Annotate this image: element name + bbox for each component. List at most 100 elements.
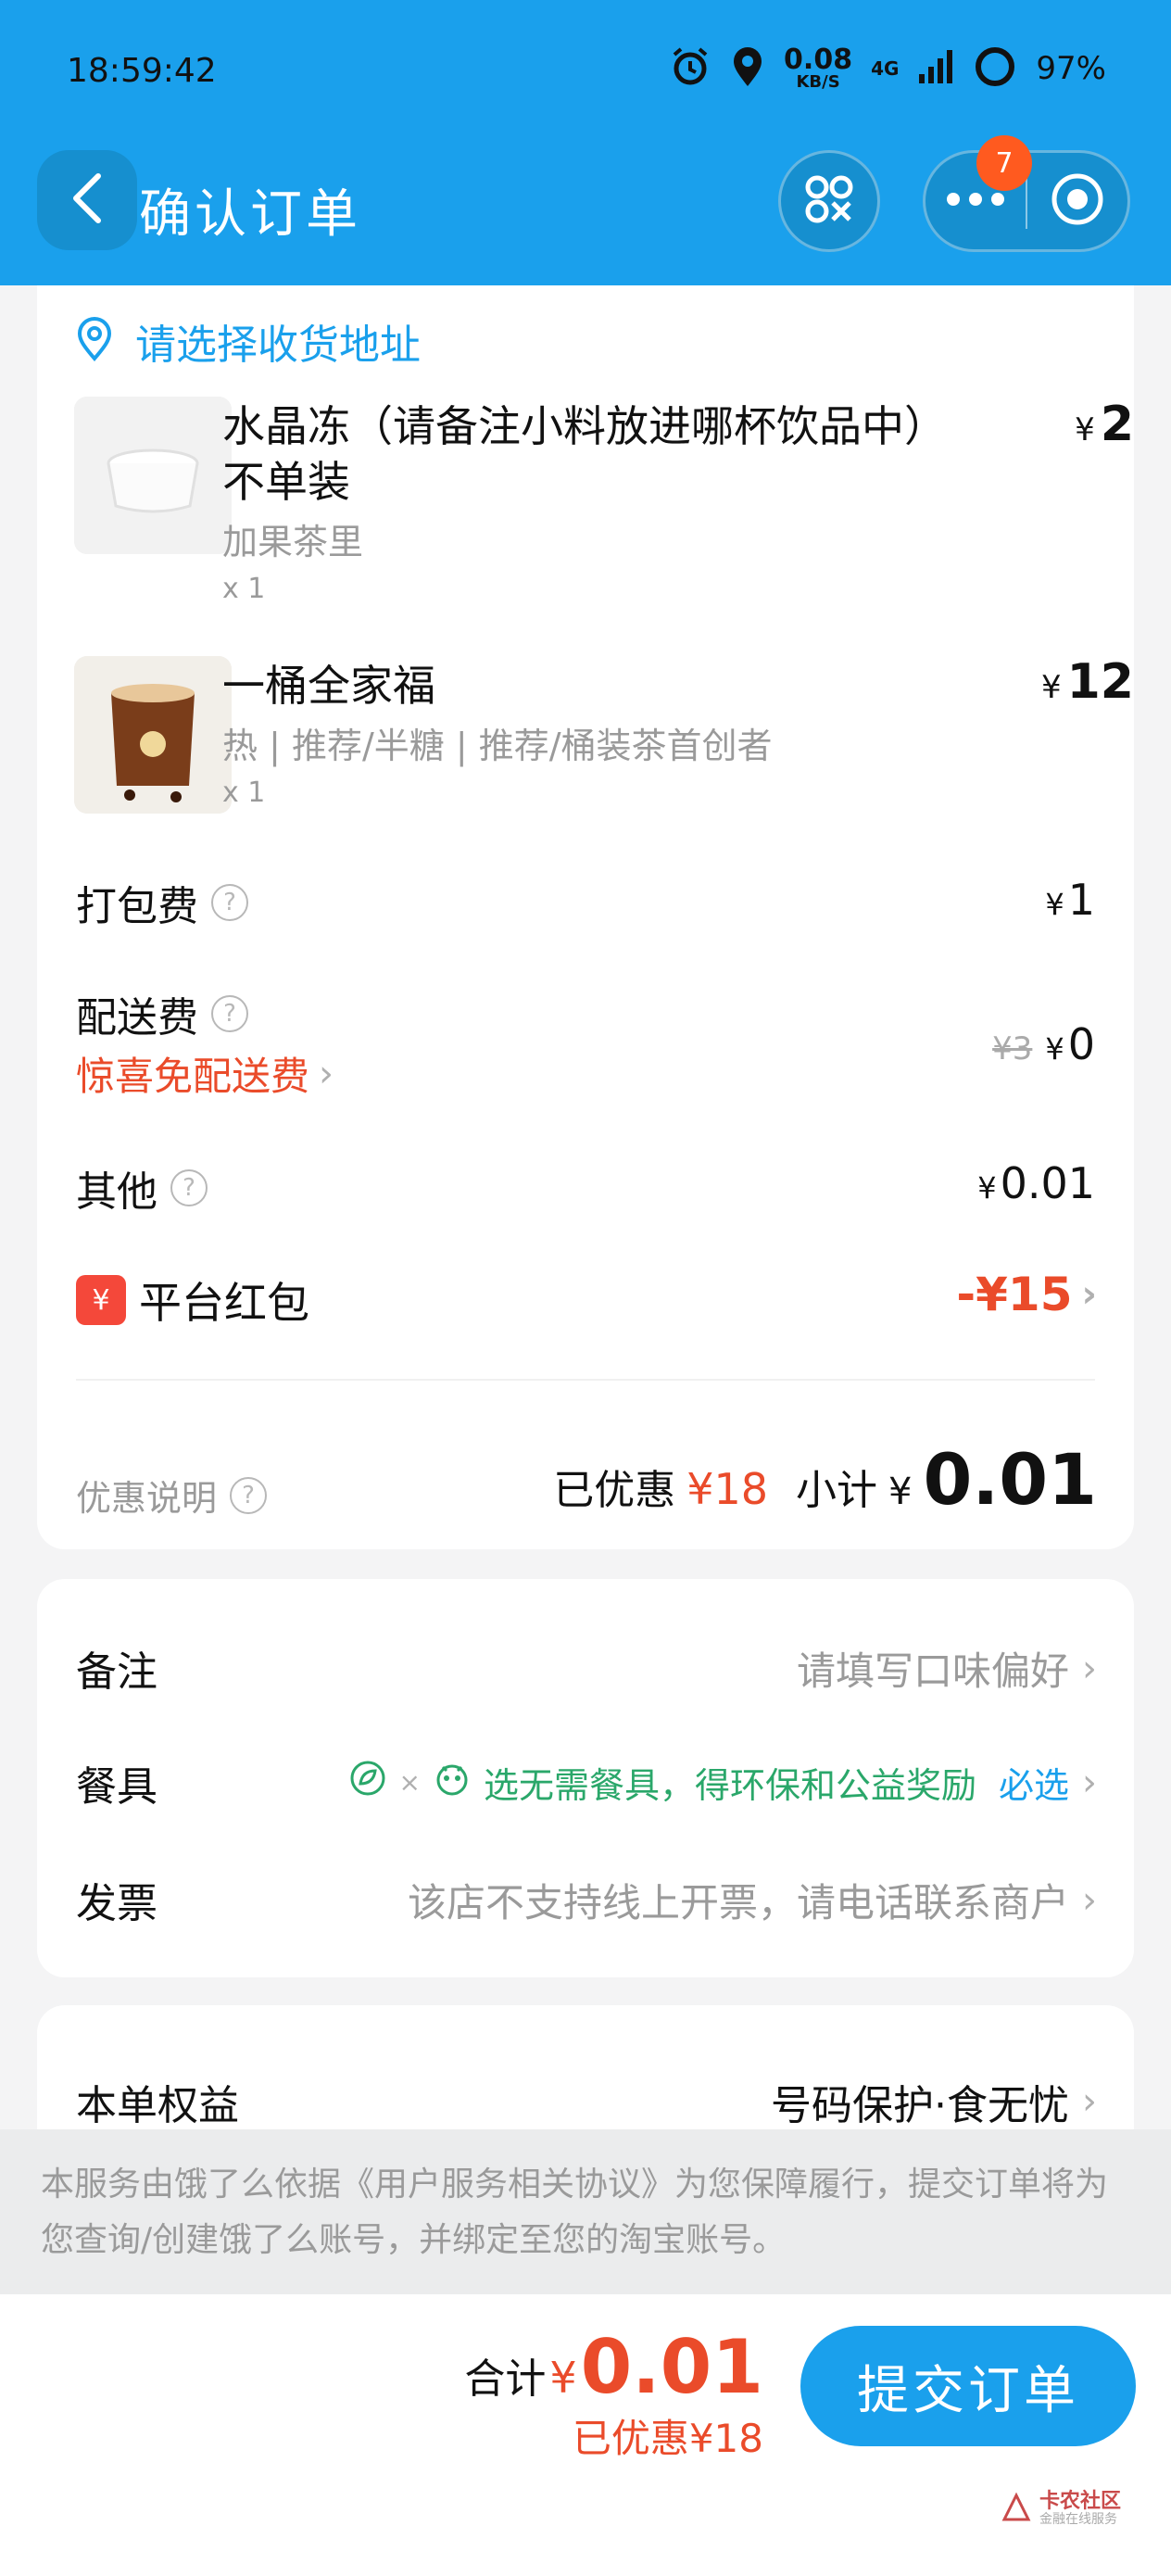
order-card <box>37 397 1134 1549</box>
red-packet-row[interactable]: ¥ 平台红包 <box>76 1269 309 1331</box>
help-icon[interactable]: ? <box>211 995 248 1032</box>
battery-level: 97% <box>1036 50 1106 87</box>
other-fee-text: 其他 <box>76 1168 157 1216</box>
tableware-text: 选无需餐具，得环保和公益奖励 <box>483 1765 976 1806</box>
help-icon[interactable]: ? <box>211 884 248 921</box>
invoice-info[interactable]: 该店不支持线上开票，请电话联系商户 › <box>408 1872 1097 1928</box>
packing-fee-text: 打包费 <box>76 883 198 930</box>
watermark-sub: 金融在线服务 <box>1039 2512 1117 2528</box>
other-fee-label: 其他 ? <box>76 1158 208 1218</box>
chevron-right-icon: › <box>1082 1761 1097 1804</box>
discount-explanation[interactable]: 优惠说明 ? <box>76 1470 268 1521</box>
item-price-value: 2 <box>1100 397 1134 452</box>
scan-button[interactable] <box>778 150 880 252</box>
battery-icon <box>973 44 1017 93</box>
other-fee-value: ¥0.01 <box>977 1158 1095 1208</box>
item-price: ¥12 <box>1041 654 1134 710</box>
submit-order-button[interactable]: 提交订单 <box>800 2326 1136 2446</box>
total-label: 合计 <box>464 2355 547 2403</box>
more-button[interactable] <box>925 192 1026 210</box>
item-price-symbol: ¥ <box>1040 669 1062 706</box>
red-packet-label: 平台红包 <box>139 1278 309 1328</box>
watermark-brand: 卡农社区 <box>1039 2490 1122 2513</box>
benefits-info[interactable]: 号码保护·食无忧 › <box>771 2072 1097 2131</box>
chevron-right-icon: › <box>319 1052 334 1095</box>
item-name: 水晶冻（请备注小料放进哪杯饮品中）不单装 <box>222 401 947 507</box>
other-fee-amount: 0.01 <box>1000 1158 1095 1208</box>
yen-symbol: ¥ <box>1045 887 1064 922</box>
discount-label: 已优惠 <box>553 1467 676 1514</box>
chevron-right-icon: › <box>1081 1273 1097 1316</box>
scan-icon <box>803 173 855 229</box>
discount-explanation-text: 优惠说明 <box>76 1478 218 1519</box>
chevron-right-icon: › <box>1082 2080 1097 2123</box>
watermark-icon <box>1001 2492 1032 2527</box>
item-qty: x 1 <box>222 573 266 605</box>
red-packet-value[interactable]: -¥15 › <box>956 1268 1097 1321</box>
notification-badge: 7 <box>976 135 1032 191</box>
subtotal-symbol: ¥ <box>888 1471 913 1513</box>
red-packet-amount: -¥15 <box>956 1268 1073 1321</box>
leaf-icon <box>349 1760 386 1805</box>
packing-fee-amount: 1 <box>1067 875 1095 925</box>
delivery-fee-text: 配送费 <box>76 994 198 1042</box>
owl-icon <box>434 1760 471 1805</box>
subtotal-value: 0.01 <box>923 1438 1097 1521</box>
remark-label: 备注 <box>76 1648 157 1696</box>
invoice-text: 该店不支持线上开票，请电话联系商户 <box>407 1880 1069 1926</box>
item-image <box>74 656 232 814</box>
close-mini-program-button[interactable] <box>1027 171 1127 231</box>
help-icon[interactable]: ? <box>170 1169 208 1206</box>
subtotal-label: 小计 <box>796 1467 878 1514</box>
remark-placeholder: 请填写口味偏好 <box>796 1648 1069 1694</box>
delivery-original-price: ¥3 <box>992 1030 1033 1067</box>
back-button[interactable] <box>37 150 137 250</box>
network-type: 4G <box>871 57 900 80</box>
saved-amount: 已优惠¥18 <box>572 2416 763 2461</box>
record-icon <box>1050 171 1105 231</box>
service-agreement-notice: 本服务由饿了么依据《用户服务相关协议》为您保障履行，提交订单将为您查询/创建饿了… <box>0 2129 1171 2294</box>
delivery-fee-amount: 0 <box>1067 1019 1095 1069</box>
total-amount: 合计 ¥ 0.01 <box>464 2324 763 2410</box>
help-icon: ? <box>230 1476 268 1514</box>
status-bar-right: 0.08 KB/S 4G 97% <box>669 44 1106 93</box>
network-speed: 0.08 KB/S <box>784 46 852 91</box>
address-selector[interactable]: 请选择收货地址 <box>37 285 1134 397</box>
speed-unit: KB/S <box>796 72 840 92</box>
location-icon <box>730 45 765 92</box>
free-delivery-text: 惊喜免配送费 <box>76 1054 310 1099</box>
divider <box>76 1379 1095 1381</box>
item-name: 一桶全家福 <box>222 661 435 711</box>
delivery-fee-value: ¥3 ¥0 <box>992 1019 1095 1069</box>
back-arrow-icon <box>67 172 107 228</box>
tableware-label: 餐具 <box>76 1763 157 1811</box>
free-delivery-link[interactable]: 惊喜免配送费 › <box>76 1045 334 1102</box>
top-header: 18:59:42 0.08 KB/S 4G 97% 确认订单 7 <box>0 0 1171 285</box>
page-title: 确认订单 <box>139 184 361 245</box>
benefits-label: 本单权益 <box>76 2082 239 2129</box>
chevron-right-icon: › <box>1082 1647 1097 1690</box>
item-image <box>74 397 232 554</box>
watermark-logo: 卡农社区 金融在线服务 <box>1001 2490 1122 2528</box>
remark-input[interactable]: 请填写口味偏好 › <box>797 1640 1097 1697</box>
total-value: 0.01 <box>580 2324 763 2410</box>
item-qty: x 1 <box>222 777 266 809</box>
address-placeholder: 请选择收货地址 <box>135 322 421 369</box>
more-icon <box>946 192 1005 210</box>
location-pin-icon <box>76 317 113 365</box>
times-icon: × <box>398 1767 421 1798</box>
item-price-symbol: ¥ <box>1075 411 1095 448</box>
benefits-text: 号码保护·食无忧 <box>771 2082 1069 2129</box>
tableware-selector[interactable]: × 选无需餐具，得环保和公益奖励 必选 › <box>349 1757 1097 1808</box>
tableware-required: 必选 <box>998 1765 1069 1806</box>
red-packet-icon: ¥ <box>76 1275 126 1325</box>
total-symbol: ¥ <box>549 2353 577 2403</box>
packing-fee-label: 打包费 ? <box>76 873 248 932</box>
item-spec: 加果茶里 <box>222 522 364 562</box>
packing-fee-value: ¥1 <box>1045 875 1095 925</box>
item-spec: 热 | 推荐/半糖 | 推荐/桶装茶首创者 <box>222 726 773 766</box>
invoice-label: 发票 <box>76 1880 157 1927</box>
signal-icon <box>917 48 954 89</box>
order-summary: 已优惠 ¥18 小计 ¥ 0.01 <box>553 1438 1097 1521</box>
alarm-icon <box>669 45 711 92</box>
